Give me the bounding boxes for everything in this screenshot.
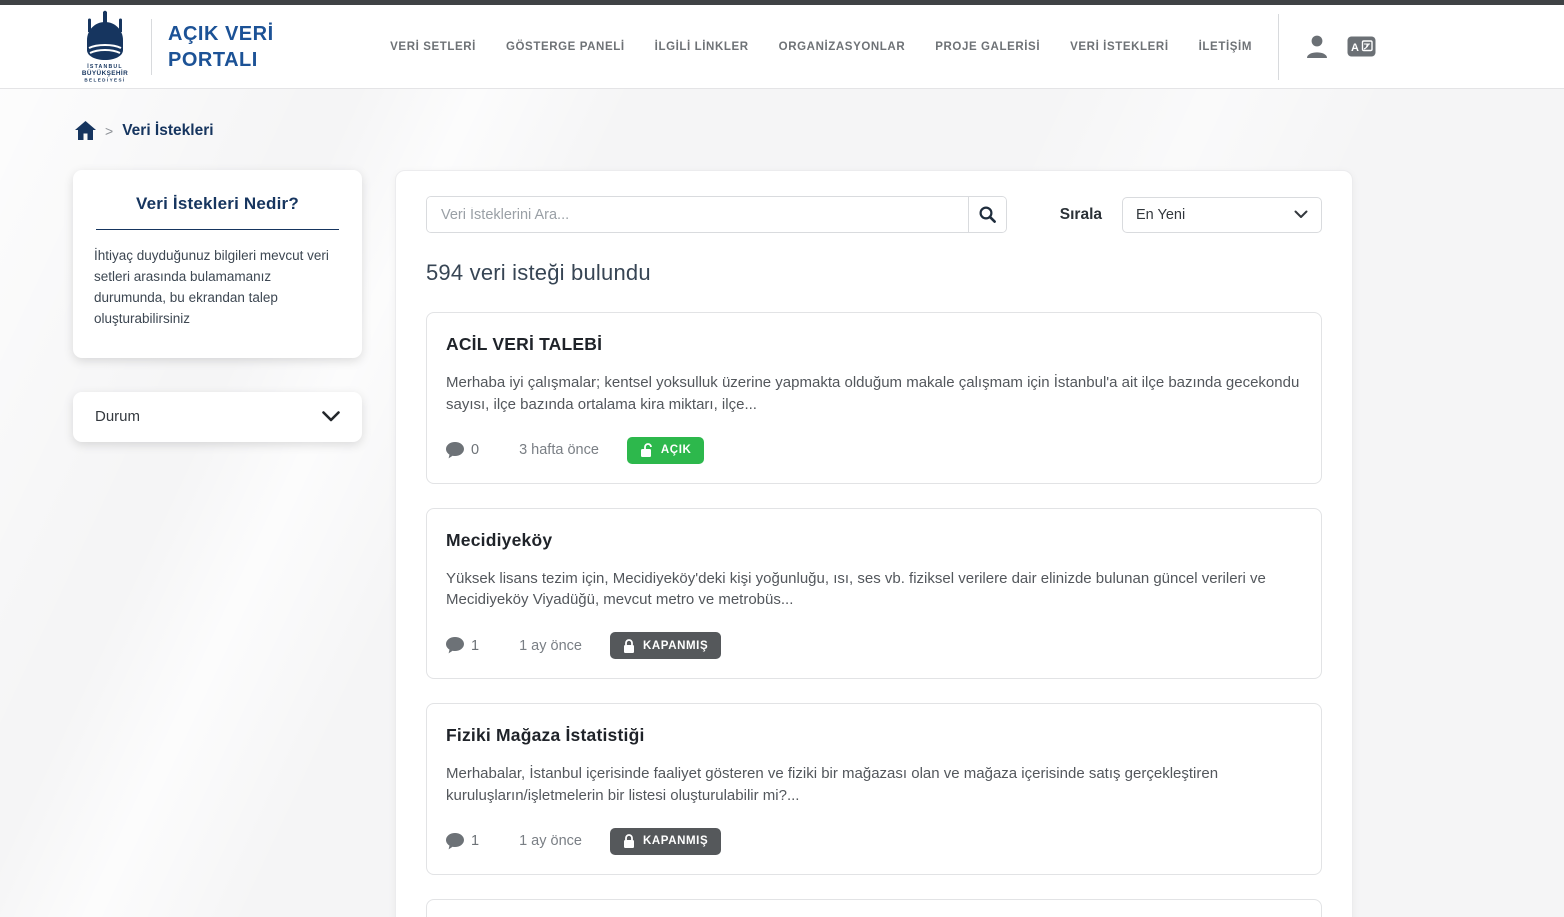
header-divider bbox=[1278, 14, 1279, 80]
search-group bbox=[426, 196, 1007, 233]
sort-label: Sırala bbox=[1060, 206, 1102, 224]
request-footer: 1 1 ay önce KAPANMIŞ bbox=[446, 632, 1302, 659]
comment-count-value: 1 bbox=[471, 638, 479, 654]
comment-icon bbox=[446, 833, 464, 850]
request-title[interactable]: Mecidiyeköy bbox=[446, 530, 1302, 551]
request-card[interactable]: Fiziki Mağaza İstatistiği Merhabalar, İs… bbox=[426, 703, 1322, 875]
page-content: Veri İstekleri Nedir? İhtiyaç duyduğunuz… bbox=[73, 170, 1564, 917]
status-filter-accordion[interactable]: Durum bbox=[73, 392, 362, 442]
header-actions: A bbox=[1305, 34, 1376, 60]
comment-count: 0 bbox=[446, 442, 479, 459]
unlock-icon bbox=[640, 443, 653, 457]
svg-text:BÜYÜKŞEHİR: BÜYÜKŞEHİR bbox=[82, 68, 128, 77]
request-excerpt: Merhaba iyi çalışmalar; kentsel yoksullu… bbox=[446, 372, 1302, 416]
request-excerpt: Yüksek lisans tezim için, Mecidiyeköy'de… bbox=[446, 568, 1302, 612]
status-filter-label: Durum bbox=[95, 408, 140, 425]
top-strip bbox=[0, 0, 1564, 5]
nav-item-ilgili-linkler[interactable]: İLGİLİ LİNKLER bbox=[655, 41, 749, 53]
status-badge[interactable]: KAPANMIŞ bbox=[610, 828, 721, 855]
status-badge-label: KAPANMIŞ bbox=[643, 640, 708, 652]
chevron-down-icon bbox=[1294, 210, 1308, 219]
request-footer: 1 1 ay önce KAPANMIŞ bbox=[446, 828, 1302, 855]
chevron-down-icon bbox=[322, 411, 340, 422]
header: İSTANBUL BÜYÜKŞEHİR BELEDİYESİ AÇIK VERİ… bbox=[0, 5, 1564, 89]
main-nav: VERİ SETLERİ GÖSTERGE PANELİ İLGİLİ LİNK… bbox=[390, 41, 1252, 53]
request-title[interactable]: ACİL VERİ TALEBİ bbox=[446, 334, 1302, 355]
status-badge-label: AÇIK bbox=[661, 444, 692, 456]
language-switch-button[interactable]: A bbox=[1347, 36, 1376, 57]
nav-item-organizasyonlar[interactable]: ORGANİZASYONLAR bbox=[779, 41, 906, 53]
nav-item-veri-istekleri[interactable]: VERİ İSTEKLERİ bbox=[1070, 41, 1169, 53]
sort-group: Sırala En Yeni bbox=[1060, 197, 1322, 233]
search-icon bbox=[979, 206, 996, 223]
info-card-divider bbox=[96, 229, 339, 230]
time-ago: 3 hafta önce bbox=[519, 442, 599, 458]
request-title[interactable]: Fiziki Mağaza İstatistiği bbox=[446, 725, 1302, 746]
comment-count: 1 bbox=[446, 833, 479, 850]
logo-divider bbox=[151, 19, 152, 75]
request-card[interactable]: ACİL VERİ TALEBİ Merhaba iyi çalışmalar;… bbox=[426, 312, 1322, 484]
comment-icon bbox=[446, 442, 464, 459]
request-excerpt: Merhabalar, İstanbul içerisinde faaliyet… bbox=[446, 763, 1302, 807]
home-icon bbox=[75, 121, 96, 140]
info-card: Veri İstekleri Nedir? İhtiyaç duyduğunuz… bbox=[73, 170, 362, 358]
search-input[interactable] bbox=[427, 197, 968, 232]
time-ago: 1 ay önce bbox=[519, 638, 582, 654]
user-account-button[interactable] bbox=[1305, 34, 1329, 60]
status-badge[interactable]: KAPANMIŞ bbox=[610, 632, 721, 659]
result-count: 594 veri isteği bulundu bbox=[426, 260, 1322, 286]
requests-panel: Sırala En Yeni 594 veri isteği bulundu A… bbox=[395, 170, 1353, 917]
logo[interactable]: İSTANBUL BÜYÜKŞEHİR BELEDİYESİ AÇIK VERİ… bbox=[75, 10, 274, 84]
sidebar: Veri İstekleri Nedir? İhtiyaç duyduğunuz… bbox=[73, 170, 362, 442]
request-card[interactable]: İstanbul İlçe Bazlı Atık Su Oranları Mer… bbox=[426, 899, 1322, 917]
nav-item-proje-galerisi[interactable]: PROJE GALERİSİ bbox=[935, 41, 1040, 53]
time-ago: 1 ay önce bbox=[519, 833, 582, 849]
breadcrumb-current[interactable]: Veri İstekleri bbox=[122, 122, 213, 140]
breadcrumb-separator: > bbox=[105, 123, 113, 139]
user-icon bbox=[1305, 34, 1329, 60]
sort-selected-value: En Yeni bbox=[1136, 207, 1185, 223]
comment-count: 1 bbox=[446, 637, 479, 654]
svg-text:İSTANBUL: İSTANBUL bbox=[87, 63, 122, 70]
status-badge-label: KAPANMIŞ bbox=[643, 835, 708, 847]
info-card-body: İhtiyaç duyduğunuz bilgileri mevcut veri… bbox=[94, 246, 341, 330]
breadcrumb: > Veri İstekleri bbox=[75, 121, 1564, 140]
lock-icon bbox=[623, 834, 635, 848]
nav-item-iletisim[interactable]: İLETİŞİM bbox=[1199, 41, 1252, 53]
search-button[interactable] bbox=[968, 197, 1006, 232]
sort-select[interactable]: En Yeni bbox=[1122, 197, 1322, 233]
home-link[interactable] bbox=[75, 121, 96, 140]
search-row: Sırala En Yeni bbox=[426, 196, 1322, 233]
translate-icon: A bbox=[1347, 36, 1376, 57]
comment-icon bbox=[446, 637, 464, 654]
request-footer: 0 3 hafta önce AÇIK bbox=[446, 437, 1302, 464]
svg-text:A: A bbox=[1351, 42, 1359, 54]
lock-icon bbox=[623, 639, 635, 653]
info-card-title: Veri İstekleri Nedir? bbox=[94, 194, 341, 214]
nav-item-gosterge-paneli[interactable]: GÖSTERGE PANELİ bbox=[506, 41, 625, 53]
portal-title: AÇIK VERİ PORTALI bbox=[168, 21, 274, 73]
request-card[interactable]: Mecidiyeköy Yüksek lisans tezim için, Me… bbox=[426, 508, 1322, 680]
nav-item-veri-setleri[interactable]: VERİ SETLERİ bbox=[390, 41, 476, 53]
comment-count-value: 0 bbox=[471, 442, 479, 458]
svg-text:BELEDİYESİ: BELEDİYESİ bbox=[84, 76, 125, 82]
comment-count-value: 1 bbox=[471, 833, 479, 849]
ibb-emblem-icon: İSTANBUL BÜYÜKŞEHİR BELEDİYESİ bbox=[75, 10, 135, 84]
status-badge[interactable]: AÇIK bbox=[627, 437, 705, 464]
